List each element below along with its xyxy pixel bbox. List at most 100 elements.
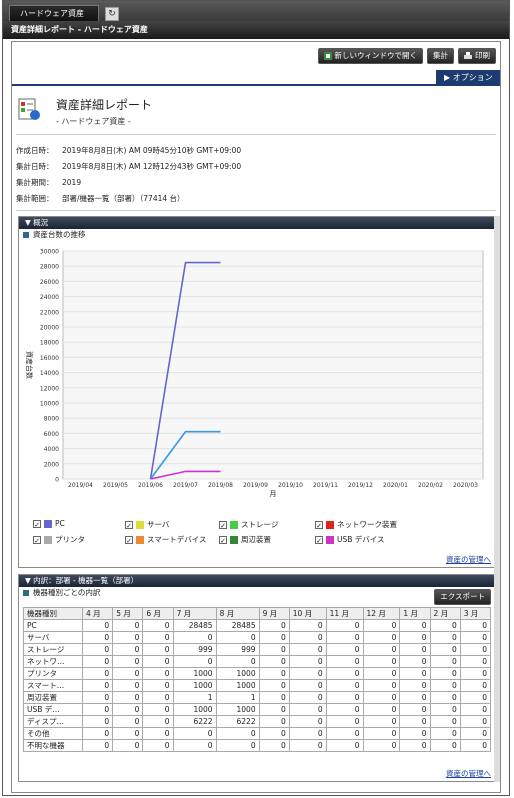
column-header[interactable]: 6 月 [142,607,174,620]
count-cell: 0 [142,679,174,692]
asset-trend-chart: 0 2000 4000 6000 8000 10000 12000 14000 16000 180… [25,249,484,498]
vertical-scrollbar[interactable] [494,216,500,782]
open-new-window-button[interactable]: 新しいウィンドウで開く [317,48,423,64]
table-row: プリンタ 0 0 0 1000 1000 0 0 0 0 0 0 0 [23,667,492,680]
breakdown-sub-title: 機器種別ごとの内訳 [33,588,101,597]
column-header[interactable]: 9 月 [258,607,290,620]
legend-checkbox[interactable]: ✓ [219,520,227,530]
legend-item[interactable]: ✓ ストレージ [219,519,278,530]
tab-hardware-assets[interactable]: ハードウェア資産 [9,5,99,21]
device-type-cell: ディスプ… [23,715,83,728]
count-cell: 0 [112,631,144,644]
meta-created: 作成日時： 2019年8月8日(木) AM 09時45分10秒 GMT+09:00 [16,145,241,156]
legend-item[interactable]: ✓ ネットワーク装置 [315,519,397,530]
count-cell: 999 [172,643,217,656]
count-cell: 0 [81,679,114,692]
legend-checkbox[interactable]: ✓ [125,520,133,530]
y-tick-label: 0 [55,477,59,484]
legend-checkbox[interactable]: ✓ [33,519,41,529]
column-header[interactable]: 5 月 [112,607,144,620]
x-tick-label: 2019/05 [103,482,128,489]
count-cell: 0 [288,619,327,632]
x-axis-label: 月 [270,490,277,498]
legend-item[interactable]: ✓ 周辺装置 [219,534,271,545]
legend-checkbox[interactable]: ✓ [33,535,41,545]
print-button[interactable]: 印刷 [458,48,496,64]
meta-value: 2019 [62,178,82,187]
count-cell: 0 [429,619,461,632]
legend-item[interactable]: ✓ サーバ [125,519,169,530]
count-cell: 0 [459,727,492,740]
count-cell: 0 [362,715,401,728]
meta-scope: 集計範囲： 部署/機器一覧（部署）（77414 台） [16,193,185,204]
count-cell: 0 [459,631,492,644]
count-cell: 0 [172,739,217,752]
meta-key: 作成日時： [16,146,54,155]
count-cell: 0 [459,715,492,728]
legend-swatch [326,520,334,529]
count-cell: 0 [81,631,114,644]
manage-assets-link[interactable]: 資産の管理へ [446,554,491,565]
column-header[interactable]: 3 月 [459,607,492,620]
table-row: PC 0 0 0 28485 28485 0 0 0 0 0 0 0 [23,619,492,632]
count-cell: 0 [258,703,290,716]
count-cell: 0 [362,727,401,740]
count-cell: 0 [459,655,492,668]
column-header[interactable]: 2 月 [429,607,461,620]
y-tick-label: 4000 [44,446,59,453]
column-header[interactable]: 11 月 [325,607,364,620]
column-header[interactable]: 10 月 [288,607,327,620]
count-cell: 0 [429,727,461,740]
refresh-icon[interactable]: ↻ [105,7,119,21]
legend-item[interactable]: ✓ プリンタ [33,534,85,545]
count-cell: 0 [258,679,290,692]
legend-item[interactable]: ✓ USB デバイス [315,534,385,545]
open-new-window-label: 新しいウィンドウで開く [334,51,418,60]
count-cell: 0 [81,703,114,716]
count-cell: 0 [142,631,174,644]
column-header[interactable]: 機器種別 [23,607,83,620]
overview-header[interactable]: ▼ 概況 [19,217,495,229]
count-cell: 0 [112,655,144,668]
count-cell: 0 [325,631,364,644]
count-cell: 0 [81,655,114,668]
manage-assets-link-2[interactable]: 資産の管理へ [446,768,491,779]
meta-value: 2019年8月8日(木) AM 09時45分10秒 GMT+09:00 [62,146,242,155]
count-cell: 0 [362,655,401,668]
legend-checkbox[interactable]: ✓ [315,520,323,530]
legend-checkbox[interactable]: ✓ [219,535,227,545]
count-cell: 0 [81,715,114,728]
option-button[interactable]: ▶ オプション [436,70,500,86]
y-tick-label: 10000 [40,401,59,408]
breakdown-header[interactable]: ▼ 内訳：部署 - 機器一覧（部署） [19,575,495,587]
overview-header-label: 概況 [33,218,49,227]
count-cell: 0 [172,631,217,644]
column-header[interactable]: 4 月 [81,607,114,620]
legend-swatch [136,535,144,544]
column-header[interactable]: 1 月 [399,607,431,620]
count-cell: 0 [215,631,260,644]
count-cell: 0 [399,703,431,716]
aggregate-button[interactable]: 集計 [427,48,454,64]
count-cell: 0 [399,691,431,704]
breakdown-panel: ▼ 内訳：部署 - 機器一覧（部署） 機器種別ごとの内訳 エクスポート 機器種別… [18,574,496,782]
column-header[interactable]: 7 月 [172,607,217,620]
column-header[interactable]: 12 月 [362,607,401,620]
breakdown-header-label: 内訳：部署 - 機器一覧（部署） [33,576,139,585]
legend-item[interactable]: ✓ PC [33,519,65,529]
count-cell: 0 [362,643,401,656]
count-cell: 0 [112,691,144,704]
export-button[interactable]: エクスポート [434,589,491,605]
device-type-cell: 周辺装置 [23,691,83,704]
legend-item[interactable]: ✓ スマートデバイス [125,534,207,545]
legend-checkbox[interactable]: ✓ [125,535,133,545]
x-tick-label: 2020/01 [383,482,408,489]
device-type-cell: サーバ [23,631,83,644]
y-tick-label: 30000 [40,249,59,256]
column-header[interactable]: 8 月 [215,607,260,620]
count-cell: 0 [429,703,461,716]
table-row: その他 0 0 0 0 0 0 0 0 0 0 0 0 [23,727,492,740]
legend-checkbox[interactable]: ✓ [315,535,323,545]
count-cell: 28485 [172,619,217,632]
legend-swatch [326,535,334,544]
